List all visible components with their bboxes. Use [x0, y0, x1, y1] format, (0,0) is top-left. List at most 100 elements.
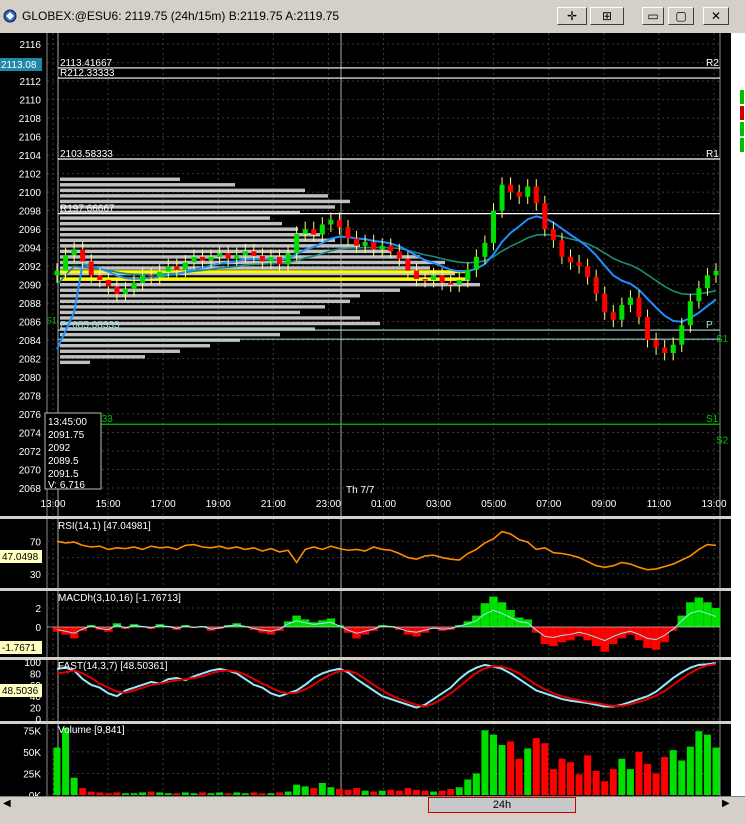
candle-up — [122, 289, 128, 294]
volume-bar-down — [507, 741, 515, 795]
candle-down — [516, 192, 522, 197]
candle-down — [533, 186, 539, 204]
volume-bar-up — [241, 793, 249, 795]
time-tick-label: 09:00 — [591, 499, 616, 510]
profile-bar — [60, 288, 400, 292]
marker-up — [740, 138, 744, 152]
volume-bar-up — [121, 793, 129, 795]
candle-up — [490, 210, 496, 243]
time-tick-label: 05:00 — [481, 499, 506, 510]
volume-bar-up — [703, 734, 711, 795]
price-tick-label: 2076 — [19, 410, 42, 421]
stochastic-value-text: 48.5036 — [2, 686, 39, 697]
time-tick-label: 21:00 — [261, 499, 286, 510]
volume-bar-down — [96, 792, 104, 795]
time-tick-label: 15:00 — [96, 499, 121, 510]
stochastic-tick-label: 20 — [30, 704, 42, 715]
panel-divider[interactable] — [0, 516, 731, 519]
price-tick-label: 2096 — [19, 225, 42, 236]
time-tick-label: 07:00 — [536, 499, 561, 510]
time-tick-label: 11:00 — [647, 499, 672, 510]
volume-bar-down — [335, 788, 343, 795]
level-right-tag: S2 — [716, 436, 729, 447]
volume-bar-up — [686, 746, 694, 795]
volume-bar-up — [481, 730, 489, 795]
panel-divider[interactable] — [0, 588, 731, 591]
price-tick-label: 2084 — [19, 336, 42, 347]
volume-bar-down — [104, 793, 112, 795]
volume-tick-label: 50K — [23, 748, 41, 759]
candle-down — [576, 262, 582, 267]
scroll-right-icon[interactable]: ▶ — [722, 798, 730, 809]
minimize-icon: ▭ — [647, 9, 659, 23]
marker-down — [740, 106, 744, 120]
volume-bar-up — [430, 791, 438, 795]
candle-down — [559, 240, 565, 257]
volume-bar-up — [498, 744, 506, 795]
volume-bar-down — [592, 770, 600, 795]
candle-up — [670, 344, 676, 354]
price-tick-label: 2094 — [19, 244, 42, 255]
profile-bar — [60, 294, 360, 298]
pin-button[interactable]: ⊞ — [590, 7, 624, 25]
volume-bar-up — [301, 786, 309, 795]
volume-bar-down — [250, 792, 258, 795]
close-button[interactable]: ✕ — [703, 7, 729, 25]
volume-bar-down — [173, 793, 181, 795]
candle-down — [105, 279, 111, 287]
volume-bar-up — [284, 791, 292, 795]
scroll-thumb[interactable]: 24h — [428, 797, 576, 813]
volume-bar-up — [626, 769, 634, 795]
scroll-left-icon[interactable]: ◀ — [3, 798, 11, 809]
time-tick-label: 19:00 — [206, 499, 231, 510]
volume-bar-down — [541, 743, 549, 795]
candle-down — [251, 251, 257, 256]
volume-tick-label: 25K — [23, 769, 41, 780]
volume-bar-up — [164, 793, 172, 795]
candle-down — [354, 238, 360, 246]
candle-down — [439, 275, 445, 283]
panel-divider[interactable] — [0, 721, 731, 724]
candle-up — [704, 275, 710, 289]
volume-bar-down — [575, 774, 583, 795]
crosshair-button[interactable]: ✛ — [557, 7, 587, 25]
candle-up — [679, 325, 685, 345]
price-tick-label: 2068 — [19, 484, 42, 495]
candle-up — [473, 256, 479, 270]
level-label: 2103.58333 — [60, 149, 113, 160]
time-tick-label: 01:00 — [371, 499, 396, 510]
candle-down — [114, 286, 120, 294]
candle-up — [431, 275, 437, 280]
volume-bar-up — [669, 750, 677, 795]
price-tick-label: 2112 — [19, 77, 41, 88]
candle-up — [294, 233, 300, 254]
candle-up — [619, 304, 625, 320]
volume-bar-down — [387, 789, 395, 795]
profile-bar — [60, 282, 480, 287]
volume-bar-down — [635, 751, 643, 795]
marker-up — [740, 90, 744, 104]
horizontal-scrollbar[interactable]: ◀ 24h ▶ — [0, 796, 745, 814]
price-tick-label: 2110 — [19, 96, 41, 107]
volume-bar-up — [455, 787, 463, 795]
candle-up — [140, 275, 146, 283]
profile-bar — [60, 227, 298, 231]
rsi-label: RSI(14,1) [47.04981] — [58, 521, 151, 532]
candle-up — [268, 256, 274, 262]
minimize-button[interactable]: ▭ — [642, 7, 664, 25]
candle-down — [199, 256, 205, 261]
candle-down — [345, 227, 351, 239]
candle-down — [259, 255, 265, 262]
candle-up — [208, 256, 214, 261]
profile-bar — [60, 194, 328, 198]
profile-bar — [60, 177, 180, 181]
candle-up — [713, 270, 719, 276]
price-tick-label: 2082 — [19, 355, 42, 366]
ohlc-volume: V: 6,716 — [48, 480, 85, 491]
profile-bar — [60, 216, 270, 220]
maximize-button[interactable]: ▢ — [668, 7, 694, 25]
panel-divider[interactable] — [0, 657, 731, 660]
stochastic-tick-label: 100 — [24, 658, 41, 669]
volume-bar-down — [532, 738, 540, 795]
chart-area[interactable]: 2113.41667 R2R212.333332103.58333 R1R197.6… — [0, 33, 731, 796]
